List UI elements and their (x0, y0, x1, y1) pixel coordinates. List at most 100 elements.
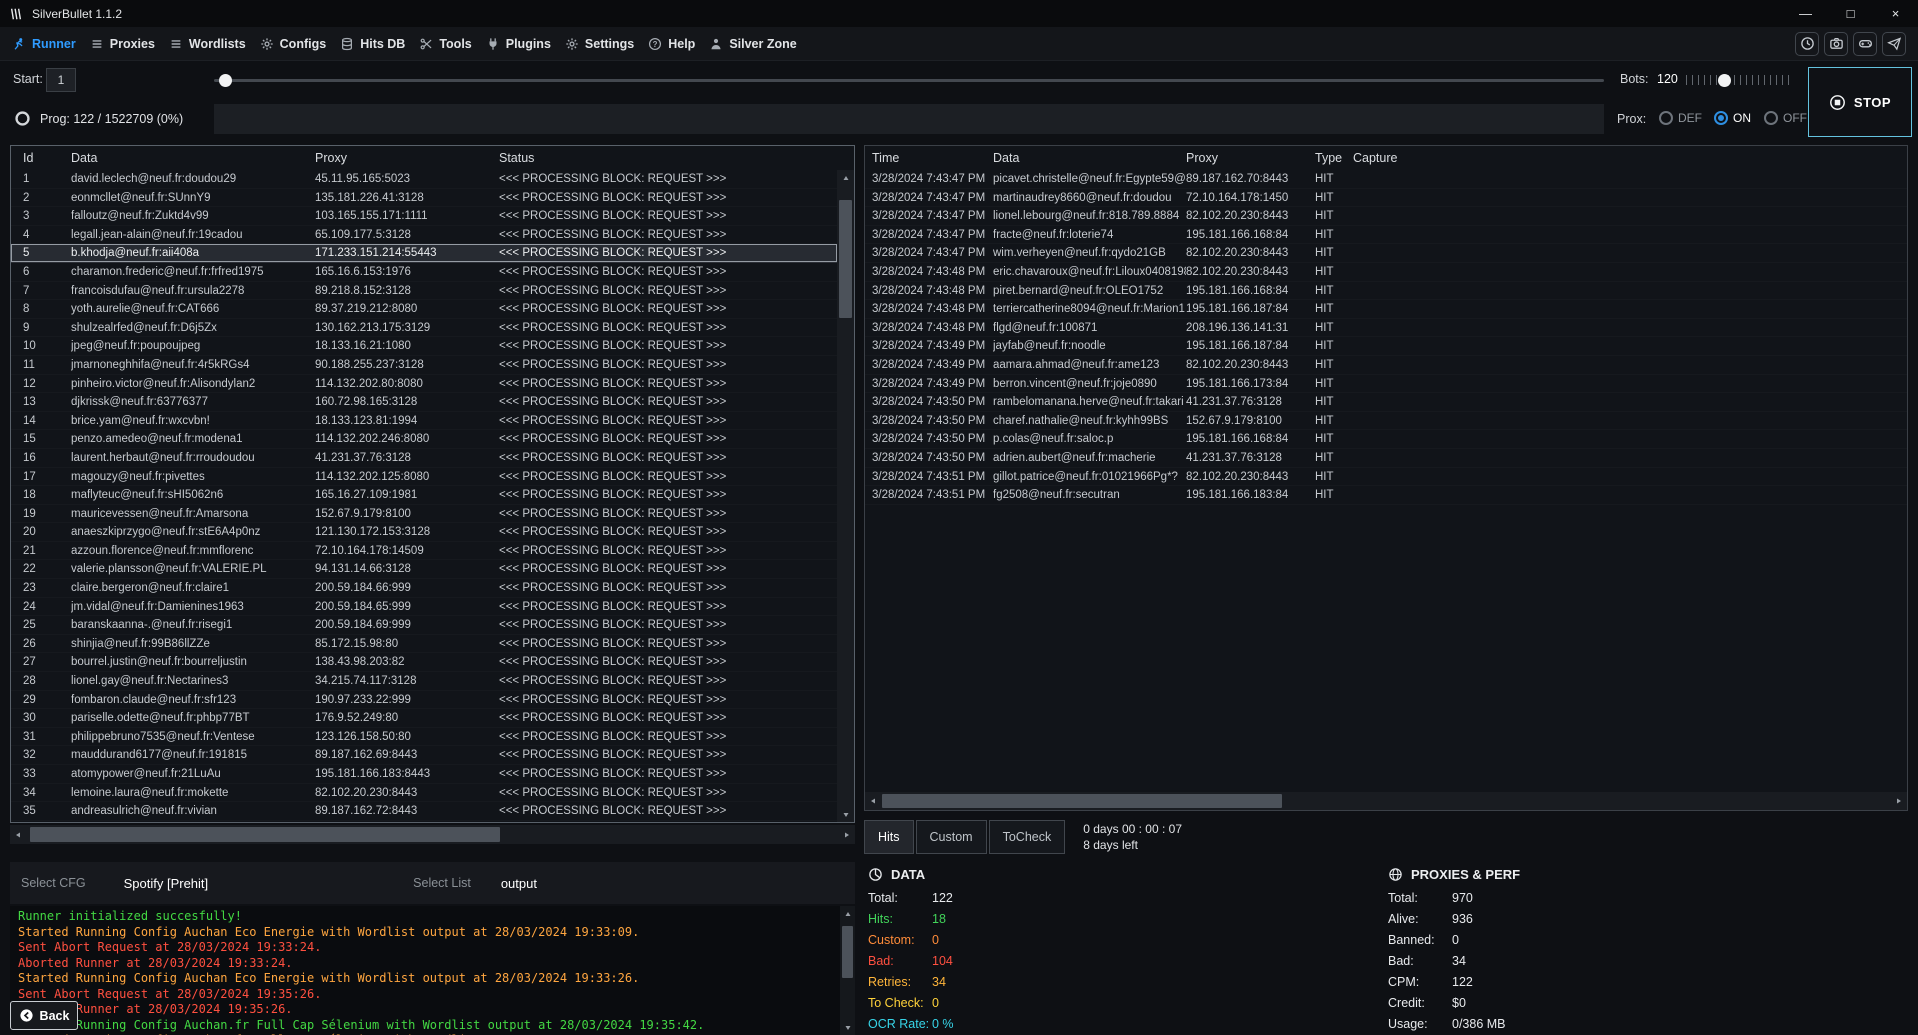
prox-off-radio[interactable]: OFF (1764, 111, 1807, 125)
hit-row-12[interactable]: 3/28/2024 7:43:49 PMberron.vincent@neuf.… (865, 375, 1907, 394)
runner-row-27[interactable]: 27bourrel.justin@neuf.fr:bourreljustin13… (11, 653, 837, 672)
bots-slider[interactable] (1684, 72, 1792, 88)
scroll-left-icon[interactable] (10, 825, 26, 844)
runner-row-34[interactable]: 34lemoine.laura@neuf.fr:mokette82.102.20… (11, 784, 837, 803)
hit-row-6[interactable]: 3/28/2024 7:43:48 PMeric.chavaroux@neuf.… (865, 263, 1907, 282)
hits-table-hscrollbar[interactable] (865, 792, 1907, 810)
runner-row-25[interactable]: 25baranskaanna-.@neuf.fr:risegi1200.59.1… (11, 616, 837, 635)
runner-row-32[interactable]: 32mauddurand6177@neuf.fr:19181589.187.16… (11, 746, 837, 765)
runner-row-15[interactable]: 15penzo.amedeo@neuf.fr:modena1114.132.20… (11, 430, 837, 449)
nav-item-runner[interactable]: Runner (12, 37, 76, 51)
log-vscrollbar[interactable] (840, 906, 855, 1035)
select-list-button[interactable]: Select List (413, 876, 471, 890)
runner-row-3[interactable]: 3falloutz@neuf.fr:Zuktd4v99103.165.155.1… (11, 207, 837, 226)
hit-row-2[interactable]: 3/28/2024 7:43:47 PMmartinaudrey8660@neu… (865, 189, 1907, 208)
scroll-right-icon[interactable] (1891, 792, 1907, 810)
vscroll-thumb[interactable] (842, 926, 853, 978)
hit-row-7[interactable]: 3/28/2024 7:43:48 PMpiret.bernard@neuf.f… (865, 282, 1907, 301)
runner-row-2[interactable]: 2eonmcllet@neuf.fr:SUnnY9135.181.226.41:… (11, 189, 837, 208)
tab-custom[interactable]: Custom (916, 820, 987, 854)
runner-row-16[interactable]: 16laurent.herbaut@neuf.fr:rroudoudou41.2… (11, 449, 837, 468)
scroll-up-icon[interactable] (837, 171, 854, 184)
start-slider-thumb[interactable] (219, 74, 232, 87)
hit-row-8[interactable]: 3/28/2024 7:43:48 PMterriercatherine8094… (865, 300, 1907, 319)
runner-table-hscrollbar[interactable] (10, 825, 855, 844)
stop-button[interactable]: STOP (1808, 67, 1912, 137)
nav-item-configs[interactable]: Configs (260, 37, 327, 51)
runner-row-28[interactable]: 28lionel.gay@neuf.fr:Nectarines334.215.7… (11, 672, 837, 691)
runner-row-21[interactable]: 21azzoun.florence@neuf.fr:mmflorenc72.10… (11, 542, 837, 561)
prox-on-radio[interactable]: ON (1714, 111, 1751, 125)
hscroll-thumb[interactable] (882, 794, 1282, 808)
tab-tocheck[interactable]: ToCheck (989, 820, 1066, 854)
scroll-right-icon[interactable] (839, 825, 855, 844)
runner-row-31[interactable]: 31philippebruno7535@neuf.fr:Ventese123.1… (11, 728, 837, 747)
hit-row-11[interactable]: 3/28/2024 7:43:49 PMaamara.ahmad@neuf.fr… (865, 356, 1907, 375)
start-slider[interactable] (214, 72, 1604, 88)
hit-row-5[interactable]: 3/28/2024 7:43:47 PMwim.verheyen@neuf.fr… (865, 244, 1907, 263)
minimize-button[interactable]: — (1783, 0, 1828, 27)
nav-item-silver-zone[interactable]: Silver Zone (709, 37, 796, 51)
hit-row-18[interactable]: 3/28/2024 7:43:51 PMfg2508@neuf.fr:secut… (865, 486, 1907, 505)
runner-row-11[interactable]: 11jmarnoneghhifa@neuf.fr:4r5kRGs490.188.… (11, 356, 837, 375)
nav-item-tools[interactable]: Tools (419, 37, 471, 51)
runner-row-29[interactable]: 29fombaron.claude@neuf.fr:sfr123190.97.2… (11, 691, 837, 710)
runner-row-12[interactable]: 12pinheiro.victor@neuf.fr:Alisondylan211… (11, 375, 837, 394)
scroll-down-icon[interactable] (837, 808, 854, 821)
runner-row-18[interactable]: 18maflyteuc@neuf.fr:sHI5062n6165.16.27.1… (11, 486, 837, 505)
prox-def-radio[interactable]: DEF (1659, 111, 1702, 125)
history-icon[interactable] (1795, 32, 1819, 56)
runner-row-6[interactable]: 6charamon.frederic@neuf.fr:frfred1975165… (11, 263, 837, 282)
maximize-button[interactable]: □ (1828, 0, 1873, 27)
start-input[interactable]: 1 (46, 68, 76, 92)
hit-row-15[interactable]: 3/28/2024 7:43:50 PMp.colas@neuf.fr:salo… (865, 430, 1907, 449)
hit-row-3[interactable]: 3/28/2024 7:43:47 PMlionel.lebourg@neuf.… (865, 207, 1907, 226)
hscroll-thumb[interactable] (30, 827, 500, 842)
hit-row-17[interactable]: 3/28/2024 7:43:51 PMgillot.patrice@neuf.… (865, 468, 1907, 487)
runner-row-35[interactable]: 35andreasulrich@neuf.fr:vivian89.187.162… (11, 802, 837, 821)
scroll-down-icon[interactable] (840, 1021, 855, 1034)
runner-row-4[interactable]: 4legall.jean-alain@neuf.fr:19cadou65.109… (11, 226, 837, 245)
hit-row-10[interactable]: 3/28/2024 7:43:49 PMjayfab@neuf.fr:noodl… (865, 337, 1907, 356)
runner-row-23[interactable]: 23claire.bergeron@neuf.fr:claire1200.59.… (11, 579, 837, 598)
tab-hits[interactable]: Hits (864, 820, 914, 854)
telegram-icon[interactable] (1882, 32, 1906, 56)
runner-row-17[interactable]: 17magouzy@neuf.fr:pivettes114.132.202.12… (11, 468, 837, 487)
hit-row-4[interactable]: 3/28/2024 7:43:47 PMfracte@neuf.fr:loter… (865, 226, 1907, 245)
hit-row-9[interactable]: 3/28/2024 7:43:48 PMflgd@neuf.fr:1008712… (865, 319, 1907, 338)
runner-row-5[interactable]: 5b.khodja@neuf.fr:aii408a171.233.151.214… (11, 244, 837, 263)
runner-row-13[interactable]: 13djkrissk@neuf.fr:63776377160.72.98.165… (11, 393, 837, 412)
runner-row-30[interactable]: 30pariselle.odette@neuf.fr:phbp77BT176.9… (11, 709, 837, 728)
close-button[interactable]: × (1873, 0, 1918, 27)
runner-row-19[interactable]: 19mauricevessen@neuf.fr:Amarsona152.67.9… (11, 505, 837, 524)
hit-row-16[interactable]: 3/28/2024 7:43:50 PMadrien.aubert@neuf.f… (865, 449, 1907, 468)
nav-item-help[interactable]: ?Help (648, 37, 695, 51)
nav-item-hits-db[interactable]: Hits DB (340, 37, 405, 51)
gamepad-icon[interactable] (1853, 32, 1877, 56)
select-cfg-button[interactable]: Select CFG (21, 876, 86, 890)
nav-item-settings[interactable]: Settings (565, 37, 634, 51)
nav-item-plugins[interactable]: Plugins (486, 37, 551, 51)
scroll-up-icon[interactable] (840, 907, 855, 920)
runner-row-20[interactable]: 20anaeszkiprzygo@neuf.fr:stE6A4p0nz121.1… (11, 523, 837, 542)
runner-row-22[interactable]: 22valerie.plansson@neuf.fr:VALERIE.PL94.… (11, 560, 837, 579)
vscroll-thumb[interactable] (839, 200, 852, 318)
hit-row-1[interactable]: 3/28/2024 7:43:47 PMpicavet.christelle@n… (865, 170, 1907, 189)
nav-item-wordlists[interactable]: Wordlists (169, 37, 246, 51)
hit-row-14[interactable]: 3/28/2024 7:43:50 PMcharef.nathalie@neuf… (865, 412, 1907, 431)
screenshot-icon[interactable] (1824, 32, 1848, 56)
runner-row-24[interactable]: 24jm.vidal@neuf.fr:Damienines1963200.59.… (11, 598, 837, 617)
runner-table-vscrollbar[interactable] (837, 170, 854, 822)
nav-item-proxies[interactable]: Proxies (90, 37, 155, 51)
runner-row-7[interactable]: 7francoisdufau@neuf.fr:ursula227889.218.… (11, 282, 837, 301)
runner-row-10[interactable]: 10jpeg@neuf.fr:poupoujpeg18.133.16.21:10… (11, 337, 837, 356)
runner-row-33[interactable]: 33atomypower@neuf.fr:21LuAu195.181.166.1… (11, 765, 837, 784)
runner-row-9[interactable]: 9shulzealrfed@neuf.fr:D6j5Zx130.162.213.… (11, 319, 837, 338)
back-button[interactable]: Back (10, 1001, 78, 1030)
runner-row-14[interactable]: 14brice.yam@neuf.fr:wxcvbn!18.133.123.81… (11, 412, 837, 431)
bots-slider-thumb[interactable] (1718, 74, 1731, 87)
runner-row-26[interactable]: 26shinjia@neuf.fr:99B86llZZe85.172.15.98… (11, 635, 837, 654)
hit-row-13[interactable]: 3/28/2024 7:43:50 PMrambelomanana.herve@… (865, 393, 1907, 412)
runner-row-1[interactable]: 1david.leclech@neuf.fr:doudou2945.11.95.… (11, 170, 837, 189)
scroll-left-icon[interactable] (865, 792, 881, 810)
